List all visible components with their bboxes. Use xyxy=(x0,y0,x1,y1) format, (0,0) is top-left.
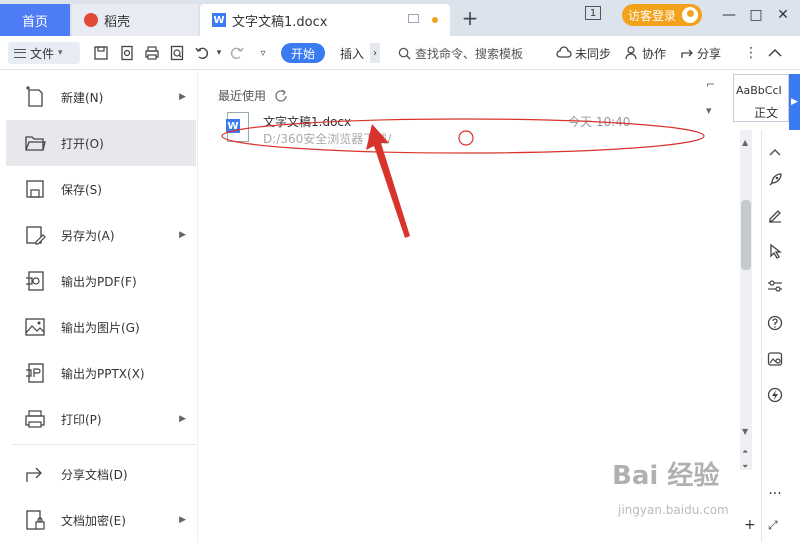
annotation-arrow xyxy=(366,124,410,238)
annotation-ellipse xyxy=(221,118,705,154)
watermark-logo: Bai 经验 xyxy=(612,461,720,491)
annotation-small-circle xyxy=(458,130,474,146)
watermark-url: jingyan.baidu.com xyxy=(618,503,729,517)
